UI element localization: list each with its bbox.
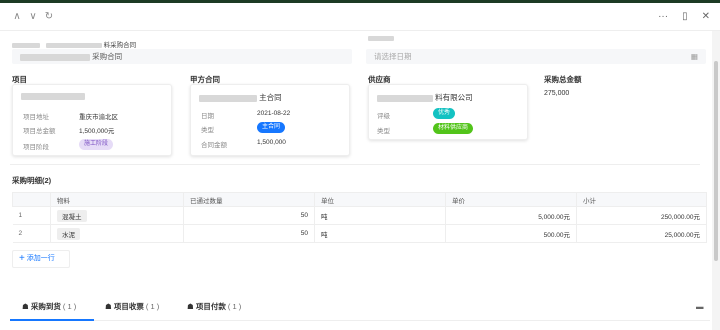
blurred-text: [368, 35, 394, 41]
supplier-card-title: 料有限公司: [377, 92, 473, 103]
close-icon[interactable]: ✕: [702, 11, 710, 23]
blurred-text: [377, 94, 433, 102]
project-address-row: 项目地址 重庆市渝北区: [23, 114, 118, 121]
blurred-text: [199, 94, 257, 102]
table-row[interactable]: 2 水泥 50 吨 500.00元 25,000.00元: [12, 224, 707, 243]
home-icon: ☗: [22, 302, 29, 311]
blurred-text: [20, 53, 90, 61]
contract-date-row: 日期 2021-08-22: [201, 110, 291, 120]
add-row-button[interactable]: + 添加一行: [12, 250, 70, 268]
calendar-icon: ▦: [690, 52, 698, 61]
table-header-row: 物料 已通过数量 单位 单价 小计: [12, 192, 707, 207]
project-stage-row: 项目阶段 施工阶段: [23, 139, 173, 151]
col-material: 物料: [50, 192, 184, 207]
blurred-text: [12, 42, 40, 48]
project-card[interactable]: 项目地址 重庆市渝北区 项目总金额 1,500,000元 项目阶段 施工阶段: [12, 84, 172, 156]
scrollbar-thumb[interactable]: [714, 61, 718, 261]
collapse-icon[interactable]: ▬: [696, 293, 704, 321]
details-title: 采购明细(2): [12, 176, 52, 185]
date-picker[interactable]: 请选择日期 ▦: [366, 49, 706, 64]
supplier-card[interactable]: 料有限公司 评级 优秀 类型 材料供应商: [368, 84, 528, 140]
home-icon: ☗: [105, 302, 112, 311]
unit-cell: 吨: [314, 206, 446, 225]
tab-payments[interactable]: ☗ 项目付款 ( 1 ): [187, 293, 241, 321]
col-unit: 单位: [314, 192, 446, 207]
contract-type-badge: 主合同: [257, 122, 286, 133]
col-price: 单价: [445, 192, 577, 207]
total-section-label: 采购总金额: [544, 75, 582, 84]
title-bar: ∧ ∨ ↻ ··· ▯ ✕: [0, 3, 720, 31]
rating-badge: 优秀: [433, 108, 456, 119]
supplier-type-row: 类型 材料供应商: [377, 123, 527, 135]
contract-type-row: 类型 主合同: [201, 122, 351, 134]
party-a-contract-card[interactable]: 主合同 日期 2021-08-22 类型 主合同 合同金额 1,500,000: [190, 84, 350, 156]
table-row[interactable]: 1 混凝土 50 吨 5,000.00元 250,000.00元: [12, 206, 707, 225]
qty-cell[interactable]: 50: [183, 224, 315, 243]
stage-badge: 施工阶段: [79, 139, 114, 150]
col-subtotal: 小计: [576, 192, 707, 207]
material-chip: 混凝土: [57, 209, 87, 222]
panel-icon[interactable]: ▯: [682, 11, 688, 23]
chevron-down-icon[interactable]: ∨: [28, 11, 38, 23]
col-qty: 已通过数量: [183, 192, 315, 207]
subtotal-cell: 25,000.00元: [576, 224, 707, 243]
plus-icon: +: [19, 253, 25, 264]
material-chip: 水泥: [57, 227, 80, 240]
contract-window: ∧ ∨ ↻ ··· ▯ ✕ 料采购合同 采购合同 请选择日期 ▦ 项目 甲方合同…: [0, 3, 720, 330]
supplier-type-badge: 材料供应商: [433, 123, 474, 134]
related-tabs: ☗ 采购到货 ( 1 ) ☗ 项目收票 ( 1 ) ☗ 项目付款 ( 1 ) ▬: [10, 293, 710, 321]
qty-cell[interactable]: 50: [183, 206, 315, 225]
price-cell[interactable]: 5,000.00元: [445, 206, 577, 225]
contract-amount-row: 合同金额 1,500,000: [201, 139, 286, 149]
contract-name-input[interactable]: 采购合同: [12, 49, 352, 64]
section-divider: [10, 164, 700, 165]
tab-arrivals[interactable]: ☗ 采购到货 ( 1 ): [22, 293, 76, 321]
scrollbar[interactable]: [712, 31, 720, 330]
chevron-up-icon[interactable]: ∧: [12, 11, 22, 23]
project-amount-row: 项目总金额 1,500,000元: [23, 128, 115, 135]
nav-buttons: ∧ ∨ ↻: [12, 11, 54, 23]
tab-invoices[interactable]: ☗ 项目收票 ( 1 ): [105, 293, 159, 321]
home-icon: ☗: [187, 302, 194, 311]
subtotal-cell: 250,000.00元: [576, 206, 707, 225]
total-amount: 275,000: [544, 90, 570, 97]
unit-cell: 吨: [314, 224, 446, 243]
supplier-rating-row: 评级 优秀: [377, 108, 527, 120]
details-table: 物料 已通过数量 单位 单价 小计 1 混凝土 50 吨 5,000.00元 2…: [12, 192, 707, 243]
price-cell[interactable]: 500.00元: [445, 224, 577, 243]
blurred-text: [21, 93, 85, 100]
contract-card-title: 主合同: [199, 92, 282, 103]
active-tab-indicator: [10, 319, 94, 321]
more-icon[interactable]: ···: [658, 11, 668, 23]
contract-title-label: 料采购合同: [12, 39, 136, 49]
refresh-icon[interactable]: ↻: [44, 11, 54, 23]
title-actions: ··· ▯ ✕: [658, 11, 710, 23]
col-index: [12, 192, 51, 207]
form-content: 料采购合同 采购合同 请选择日期 ▦ 项目 甲方合同 供应商 采购总金额 275…: [0, 31, 712, 330]
blurred-text: [45, 42, 102, 48]
date-label: [368, 35, 394, 42]
tab-underline: [10, 320, 710, 321]
